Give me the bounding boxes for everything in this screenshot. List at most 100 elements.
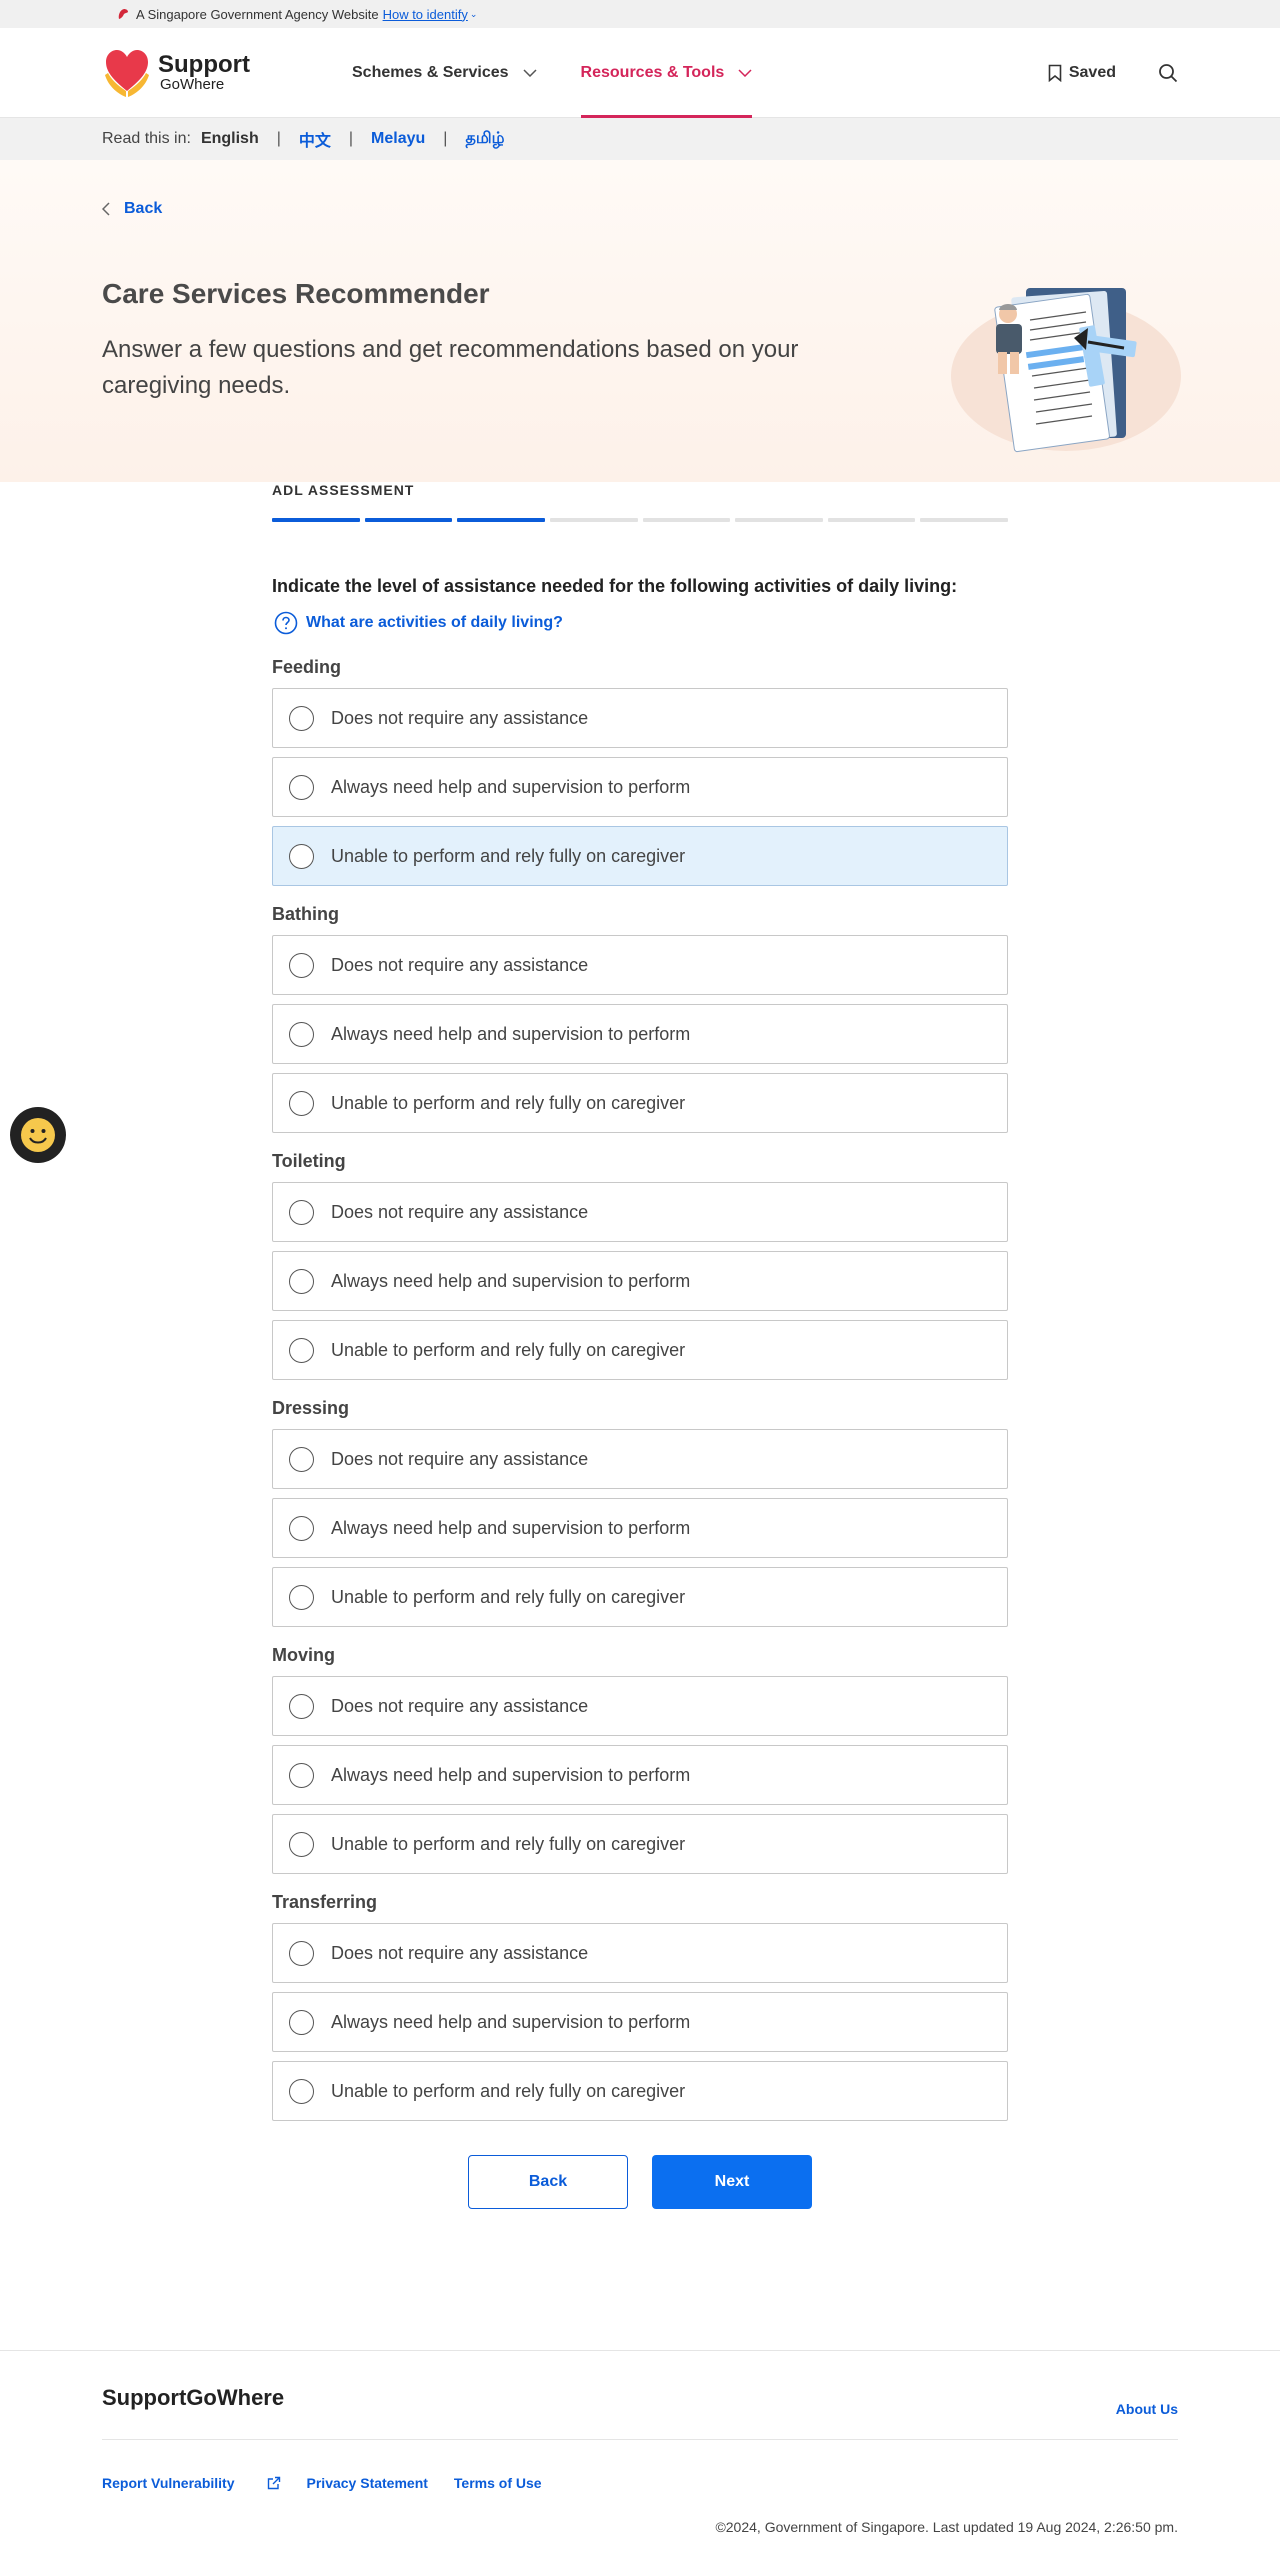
radio-button[interactable] xyxy=(289,952,314,978)
radio-button[interactable] xyxy=(289,1199,314,1225)
radio-label: Always need help and supervision to perf… xyxy=(331,1023,691,1044)
lang-english[interactable]: English xyxy=(201,130,259,148)
feedback-button[interactable] xyxy=(10,1107,66,1163)
search-icon[interactable] xyxy=(1158,63,1178,83)
radio-label: Does not require any assistance xyxy=(331,707,589,728)
how-to-identify-link[interactable]: How to identify xyxy=(383,7,468,22)
radio-button[interactable] xyxy=(289,1831,314,1857)
adl-group-bathing: Bathing Does not require any assistance Al… xyxy=(272,904,1008,1133)
back-link[interactable]: Back xyxy=(102,200,162,218)
radio-label: Always need help and supervision to perf… xyxy=(331,1517,691,1538)
radio-button[interactable] xyxy=(289,1090,314,1116)
copyright-text: ©2024, Government of Singapore. Last upd… xyxy=(715,2519,1178,2535)
radio-option[interactable]: Does not require any assistance xyxy=(272,935,1008,995)
radio-button[interactable] xyxy=(289,1940,314,1966)
radio-button[interactable] xyxy=(289,1446,314,1472)
progress-segment xyxy=(549,518,638,522)
link-label: Report Vulnerability xyxy=(102,2475,235,2491)
report-vulnerability-link[interactable]: Report Vulnerability xyxy=(102,2475,281,2491)
lang-tamil[interactable]: தமிழ் xyxy=(465,129,504,149)
group-title: Feeding xyxy=(272,657,342,677)
group-title: Bathing xyxy=(272,904,339,924)
radio-label: Always need help and supervision to perf… xyxy=(331,1764,691,1785)
radio-label: Does not require any assistance xyxy=(331,954,589,975)
radio-option[interactable]: Always need help and supervision to perf… xyxy=(272,1498,1008,1558)
nav-schemes-services[interactable]: Schemes & Services xyxy=(352,28,537,118)
radio-label: Does not require any assistance xyxy=(331,1695,589,1716)
privacy-statement-link[interactable]: Privacy Statement xyxy=(307,2475,428,2491)
radio-option[interactable]: Always need help and supervision to perf… xyxy=(272,1251,1008,1311)
radio-label: Does not require any assistance xyxy=(331,1201,589,1222)
radio-option[interactable]: Unable to perform and rely fully on care… xyxy=(272,1567,1008,1627)
radio-button[interactable] xyxy=(289,1337,314,1363)
radio-button[interactable] xyxy=(289,1268,314,1294)
language-bar: Read this in: English | 中文 | Melayu | தம… xyxy=(0,118,1280,160)
heart-hands-icon xyxy=(105,49,149,97)
footer-brand: SupportGoWhere xyxy=(102,2385,285,2410)
terms-of-use-link[interactable]: Terms of Use xyxy=(454,2475,542,2491)
singapore-lion-icon xyxy=(118,9,128,19)
chevron-down-icon[interactable]: ⌄ xyxy=(470,9,478,20)
lang-malay[interactable]: Melayu xyxy=(371,130,425,148)
radio-button[interactable] xyxy=(289,1515,314,1541)
group-title: Dressing xyxy=(272,1398,350,1418)
help-link-label: What are activities of daily living? xyxy=(306,614,563,631)
radio-option[interactable]: Does not require any assistance xyxy=(272,688,1008,748)
progress-segment xyxy=(735,518,823,522)
checklist-illustration xyxy=(951,288,1181,453)
radio-button[interactable] xyxy=(289,774,314,800)
smiley-icon xyxy=(21,1118,55,1152)
page-title: Care Services Recommender xyxy=(102,278,490,309)
radio-option[interactable]: Always need help and supervision to perf… xyxy=(272,757,1008,817)
radio-option[interactable]: Always need help and supervision to perf… xyxy=(272,1745,1008,1805)
adl-group-toileting: Toileting Does not require any assistance… xyxy=(272,1151,1008,1380)
radio-option[interactable]: Unable to perform and rely fully on care… xyxy=(272,1320,1008,1380)
help-link[interactable]: What are activities of daily living? xyxy=(274,611,1008,635)
progress-segment xyxy=(457,518,545,522)
adl-group-transferring: Transferring Does not require any assista… xyxy=(272,1892,1008,2121)
radio-option[interactable]: Does not require any assistance xyxy=(272,1676,1008,1736)
radio-option[interactable]: Unable to perform and rely fully on care… xyxy=(272,2061,1008,2121)
radio-label: Unable to perform and rely fully on care… xyxy=(331,1833,686,1854)
question-text: Indicate the level of assistance needed … xyxy=(272,576,958,596)
radio-option[interactable]: Does not require any assistance xyxy=(272,1923,1008,1983)
question-circle-icon xyxy=(274,611,298,635)
hero-section: Back Care Services Recommender Answer a … xyxy=(0,160,1280,482)
page-subtitle: Answer a few questions and get recommend… xyxy=(102,336,799,399)
bookmark-icon xyxy=(1048,64,1062,82)
radio-option[interactable]: Always need help and supervision to perf… xyxy=(272,1004,1008,1064)
radio-button[interactable] xyxy=(289,2009,314,2035)
saved-button[interactable]: Saved xyxy=(1048,64,1116,82)
radio-button[interactable] xyxy=(289,1693,314,1719)
radio-label: Does not require any assistance xyxy=(331,1448,589,1469)
nav-label: Resources & Tools xyxy=(580,63,725,81)
radio-button[interactable] xyxy=(289,1021,314,1047)
back-link-label: Back xyxy=(124,200,163,217)
supportgowhere-logo[interactable]: Support GoWhere xyxy=(102,47,352,99)
about-us-link[interactable]: About Us xyxy=(1116,2401,1178,2417)
progress-segment xyxy=(272,518,360,522)
back-button[interactable]: Back xyxy=(468,2155,628,2209)
radio-option[interactable]: Always need help and supervision to perf… xyxy=(272,1992,1008,2052)
radio-option[interactable]: Unable to perform and rely fully on care… xyxy=(272,826,1008,886)
radio-button[interactable] xyxy=(289,705,314,731)
chevron-down-icon xyxy=(738,68,752,77)
radio-button[interactable] xyxy=(289,1762,314,1788)
radio-option[interactable]: Unable to perform and rely fully on care… xyxy=(272,1073,1008,1133)
progress-segment xyxy=(920,518,1008,522)
nav-resources-tools[interactable]: Resources & Tools xyxy=(580,28,753,118)
next-button[interactable]: Next xyxy=(652,2155,812,2209)
gov-masthead: A Singapore Government Agency Website Ho… xyxy=(0,0,1280,28)
main-nav: Schemes & Services Resources & Tools xyxy=(352,28,796,118)
lang-chinese[interactable]: 中文 xyxy=(299,127,331,151)
radio-option[interactable]: Does not require any assistance xyxy=(272,1182,1008,1242)
radio-button[interactable] xyxy=(289,2078,314,2104)
adl-group-feeding: Feeding Does not require any assistance Al… xyxy=(272,657,1008,886)
radio-option[interactable]: Does not require any assistance xyxy=(272,1429,1008,1489)
radio-button[interactable] xyxy=(289,1584,314,1610)
adl-assessment-form: ADL ASSESSMENT Indicate the level of ass… xyxy=(272,482,1008,2209)
radio-option[interactable]: Unable to perform and rely fully on care… xyxy=(272,1814,1008,1874)
radio-label: Unable to perform and rely fully on care… xyxy=(331,2080,686,2101)
divider: | xyxy=(348,130,354,147)
radio-button[interactable] xyxy=(289,843,314,869)
